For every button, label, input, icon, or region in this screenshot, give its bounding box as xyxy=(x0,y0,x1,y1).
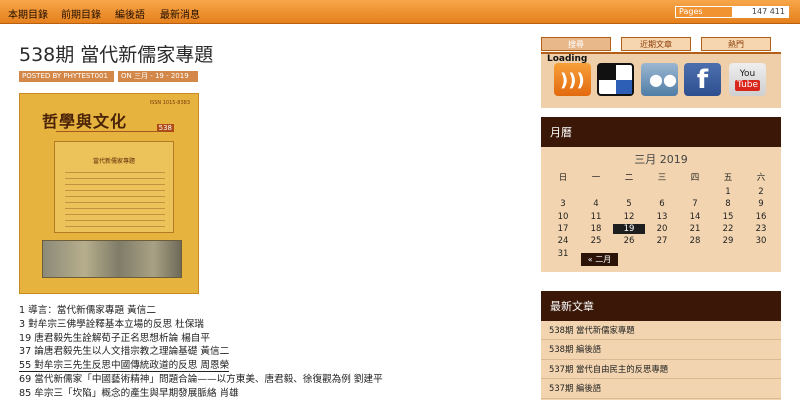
calendar-day[interactable]: 3 xyxy=(547,199,579,209)
calendar-day[interactable]: 7 xyxy=(679,199,711,209)
youtube-you-text: You xyxy=(739,69,756,79)
weekday: 三 xyxy=(657,173,667,183)
youtube-icon[interactable]: You Tube xyxy=(729,63,766,96)
calendar-day[interactable]: 21 xyxy=(679,224,711,234)
weekday: 日 xyxy=(558,173,568,183)
calendar-day[interactable]: 18 xyxy=(580,224,612,234)
toc-item: 1 導言：當代新儒家專題 黃信二 xyxy=(19,305,156,316)
tab-recent-posts[interactable]: 近期文章 xyxy=(621,37,691,51)
weekday: 一 xyxy=(591,173,601,183)
post-date-badge: ON 三月 - 19 - 2019 xyxy=(118,71,198,82)
cover-subtitle-rule xyxy=(56,131,166,134)
cover-panel-title: 當代新儒家專題 xyxy=(92,158,135,165)
facebook-icon[interactable]: f xyxy=(684,63,721,96)
post-title[interactable]: 538期 當代新儒家專題 xyxy=(19,40,213,67)
calendar-day[interactable]: 29 xyxy=(712,236,744,246)
calendar-day[interactable]: 11 xyxy=(580,212,612,222)
calendar-week-row: 3456789 xyxy=(547,199,777,211)
toc-item: 37 論唐君毅先生以人文措宗教之理論基礎 黃信二 xyxy=(19,346,230,358)
journal-cover-image: ISSN 1015-8383 哲學與文化 538 當代新儒家專題 xyxy=(19,93,199,294)
weekday: 六 xyxy=(756,173,766,183)
recent-posts-heading: 最新文章 xyxy=(541,291,781,323)
weekday: 四 xyxy=(690,173,700,183)
calendar-day[interactable]: 4 xyxy=(580,199,612,209)
nav-past-issues[interactable]: 前期目錄 xyxy=(61,6,101,21)
toc-item: 69 當代新儒家「中國藝術精神」問題合論——以方東美、唐君毅、徐復觀為例 劉建平 xyxy=(19,373,383,385)
recent-post-link[interactable]: 538期 當代新儒家專題 xyxy=(541,321,781,341)
calendar-day[interactable]: 24 xyxy=(547,236,579,246)
calendar-day[interactable]: 6 xyxy=(646,199,678,209)
nav-editorial[interactable]: 編後語 xyxy=(115,6,145,21)
cover-painting xyxy=(42,240,182,278)
post-author-badge[interactable]: POSTED BY PHYTEST001 xyxy=(19,71,114,82)
calendar-day[interactable]: 16 xyxy=(745,212,777,222)
calendar-day[interactable]: 22 xyxy=(712,224,744,234)
calendar-week-row: 17 18 19 20 21 22 23 xyxy=(547,223,777,236)
table-of-contents: 1 導言：當代新儒家專題 黃信二 3 對牟宗三佛學詮釋基本立場的反思 杜保瑞 1… xyxy=(19,302,383,399)
cover-title: 哲學與文化 xyxy=(42,112,128,131)
calendar-month: 三月 2019 xyxy=(634,153,688,166)
calendar-day[interactable]: 2 xyxy=(745,187,777,197)
calendar-day[interactable]: 19 xyxy=(613,223,645,234)
recent-post-link[interactable]: 538期 編後語 xyxy=(541,340,781,360)
calendar-day[interactable]: 12 xyxy=(613,212,645,222)
cover-contents-panel: 當代新儒家專題 xyxy=(54,141,174,233)
calendar-day[interactable]: 25 xyxy=(580,236,612,246)
calendar-day[interactable]: 15 xyxy=(712,212,744,222)
calendar-widget: 三月 2019 日 一 二 三 四 五 六 1 2 3 4 5 6 7 8 9 10 11 12 13 1… xyxy=(541,147,781,272)
calendar-day[interactable]: 27 xyxy=(646,236,678,246)
toc-item: 3 對牟宗三佛學詮釋基本立場的反思 杜保瑞 xyxy=(19,318,204,330)
cover-issn: ISSN 1015-8383 xyxy=(149,100,190,106)
calendar-day[interactable]: 26 xyxy=(613,236,645,246)
recent-post-link[interactable]: 537期 當代自由民主的反思專題 xyxy=(541,360,781,380)
calendar-weekdays: 日 一 二 三 四 五 六 xyxy=(547,171,777,183)
calendar-day[interactable]: 8 xyxy=(712,199,744,209)
calendar-day[interactable]: 23 xyxy=(745,224,777,234)
calendar-day[interactable]: 5 xyxy=(613,199,645,209)
calendar-day[interactable]: 28 xyxy=(679,236,711,246)
pages-counter: Pages 147 411 xyxy=(675,6,789,18)
calendar-day[interactable]: 14 xyxy=(679,212,711,222)
calendar-week-row: 10 11 12 13 14 15 16 xyxy=(547,212,777,224)
nav-current-issue[interactable]: 本期目錄 xyxy=(8,6,48,21)
calendar-prev-month[interactable]: « 二月 xyxy=(581,253,618,266)
cover-panel-lines xyxy=(65,168,165,228)
toc-item-highlighted[interactable]: 55 對牟宗三先生反思中國傳統政道的反思 周恩榮 xyxy=(19,357,230,373)
toc-item: 19 唐君毅先生詮解荀子正名思想析論 楊自平 xyxy=(19,332,210,344)
weekday: 二 xyxy=(624,173,634,183)
top-nav-bar: 本期目錄 前期目錄 編後語 最新消息 Pages 147 411 xyxy=(0,0,800,24)
tab-popular[interactable]: 熱門 xyxy=(701,37,771,51)
pages-label: Pages xyxy=(676,7,732,17)
tab-search[interactable]: 搜尋 xyxy=(541,37,611,51)
calendar-week-row: 12 xyxy=(547,187,777,199)
calendar-day[interactable]: 10 xyxy=(547,212,579,222)
calendar-day[interactable]: 13 xyxy=(646,212,678,222)
calendar-heading: 月曆 xyxy=(541,117,781,149)
calendar-day[interactable]: 31 xyxy=(547,249,579,259)
weekday: 五 xyxy=(723,173,733,183)
calendar-day[interactable]: 30 xyxy=(745,236,777,246)
calendar-week-row: 24 25 26 27 28 29 30 xyxy=(547,236,777,248)
rss-icon[interactable]: ))) xyxy=(554,63,591,96)
toc-item: 85 牟宗三「坎陷」概念的產生與早期發展脈絡 肖雄 xyxy=(19,387,239,399)
calendar-day[interactable]: 20 xyxy=(646,224,678,234)
recent-posts-list: 538期 當代新儒家專題 538期 編後語 537期 當代自由民主的反思專題 5… xyxy=(541,321,781,400)
sidebar-tabs: 搜尋 近期文章 熱門 xyxy=(541,37,781,53)
delicious-icon[interactable] xyxy=(597,63,634,96)
calendar-day[interactable]: 17 xyxy=(547,224,579,234)
nav-latest-news[interactable]: 最新消息 xyxy=(160,6,200,21)
calendar-day[interactable]: 9 xyxy=(745,199,777,209)
myspace-icon[interactable]: ●● xyxy=(641,63,678,96)
recent-post-link[interactable]: 537期 編後語 xyxy=(541,379,781,399)
calendar-day[interactable]: 1 xyxy=(712,187,744,197)
pages-count: 147 411 xyxy=(751,7,785,16)
youtube-tube-text: Tube xyxy=(734,80,761,91)
